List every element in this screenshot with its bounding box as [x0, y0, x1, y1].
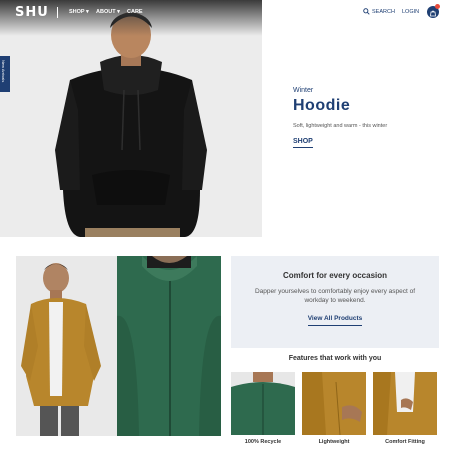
- promo-text: Dapper yourselves to comfortably enjoy e…: [254, 288, 416, 304]
- feature-label: Lightweight: [318, 439, 350, 445]
- search-link[interactable]: SEARCH: [372, 9, 395, 15]
- feature-image: [302, 372, 366, 435]
- feature-image: [231, 372, 295, 435]
- view-all-products-link[interactable]: View All Products: [307, 315, 363, 326]
- green-fleece-image: [117, 256, 221, 436]
- feature-label: Comfort Fitting: [385, 439, 425, 445]
- top-navbar: SHU SHOP ▾ ABOUT ▾ CARE SEARCH LOGIN: [0, 0, 450, 26]
- features-title: Features that work with you: [288, 355, 382, 362]
- search-icon[interactable]: [363, 8, 370, 15]
- cart-count-badge: [435, 4, 440, 9]
- nav-care-link[interactable]: CARE: [127, 9, 143, 15]
- lifestyle-image-block: [16, 256, 221, 436]
- feature-card-recycle[interactable]: 100% Recycle: [231, 372, 295, 445]
- promo-title: Comfort for every occasion: [282, 271, 388, 280]
- brand-logo[interactable]: SHU: [15, 5, 49, 20]
- hero-shop-button[interactable]: SHOP: [293, 138, 313, 148]
- feature-card-comfort[interactable]: Comfort Fitting: [373, 372, 437, 445]
- nav-shop-link[interactable]: SHOP ▾: [69, 9, 89, 15]
- nav-divider: [57, 7, 58, 18]
- hero-text-block: Winter Hoodie Soft, lightweight and warm…: [293, 87, 387, 148]
- login-link[interactable]: LOGIN: [402, 9, 419, 15]
- hero-title: Hoodie: [293, 97, 351, 114]
- promo-card: Comfort for every occasion Dapper yourse…: [231, 256, 439, 348]
- side-tab-label: New Arrivals: [1, 60, 6, 83]
- hero-kicker: Winter: [293, 87, 314, 94]
- nav-about-link[interactable]: ABOUT ▾: [96, 9, 120, 15]
- feature-image: [373, 372, 437, 435]
- feature-label: 100% Recycle: [244, 439, 282, 445]
- feature-card-lightweight[interactable]: Lightweight: [302, 372, 366, 445]
- mustard-jacket-image: [16, 256, 117, 436]
- hero-subtitle: Soft, lightweight and warm - this winter: [293, 123, 388, 129]
- new-arrivals-tab[interactable]: New Arrivals: [0, 56, 10, 92]
